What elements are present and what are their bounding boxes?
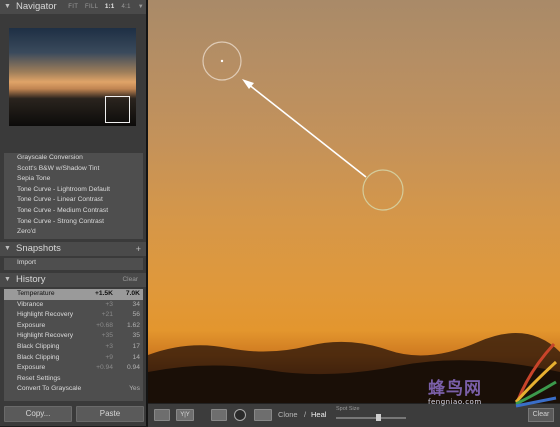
zoom-fit[interactable]: FIT [68, 4, 78, 10]
history-item[interactable]: Convert To Grayscale Yes [4, 384, 143, 395]
history-item[interactable]: Black Clipping +9 14 [4, 353, 143, 364]
history-item[interactable]: Temperature +1.5K 7.0K [4, 289, 143, 300]
mode-separator: / [304, 410, 307, 419]
preset-item[interactable]: Tone Curve - Medium Contrast [4, 206, 143, 217]
preset-item[interactable]: Tone Curve - Strong Contrast [4, 217, 143, 228]
navigator-title: Navigator [16, 1, 57, 12]
navigator-thumbnail[interactable] [9, 28, 136, 126]
zoom-menu-arrow[interactable]: ▼ [138, 4, 144, 10]
down-triangle-icon[interactable]: ▼ [4, 242, 11, 256]
history-list: Temperature +1.5K 7.0K Vibrance +3 34 Highli… [4, 289, 143, 401]
spot-target-circle[interactable] [362, 169, 404, 211]
history-title: History [16, 274, 46, 285]
add-snapshot-button[interactable]: + [136, 242, 141, 256]
preset-item[interactable]: Sepia Tone [4, 174, 143, 185]
watermark-logo-text: 蜂鸟网 [428, 379, 482, 399]
preset-item[interactable]: Tone Curve - Lightroom Default [4, 185, 143, 196]
before-after-icon[interactable]: Y|Y [176, 409, 194, 421]
clear-history-button[interactable]: Clear [122, 273, 138, 287]
spot-size-slider-handle[interactable] [376, 414, 381, 421]
preset-item[interactable]: Tone Curve - Linear Contrast [4, 195, 143, 206]
down-triangle-icon[interactable]: ▼ [4, 0, 11, 14]
history-item[interactable]: Highlight Recovery +35 35 [4, 331, 143, 342]
snapshots-list: Import [4, 258, 143, 270]
bottom-toolbar: Y|Y Clone / Heal Spot Size Clear [148, 403, 560, 427]
navigator-header[interactable]: ▼ Navigator FIT FILL 1:1 4:1 ▼ [0, 0, 146, 14]
history-item[interactable]: Vibrance +3 34 [4, 300, 143, 311]
history-item[interactable]: Exposure +0.68 1.62 [4, 321, 143, 332]
preset-item[interactable]: Grayscale Conversion [4, 153, 143, 164]
spot-size-slider-track[interactable] [336, 417, 406, 419]
spot-source-center [220, 59, 224, 63]
clone-option[interactable]: Clone [278, 410, 298, 419]
snapshot-item[interactable]: Import [4, 258, 143, 269]
presets-list: Grayscale Conversion Scott's B&W w/Shado… [4, 153, 143, 239]
gradient-icon[interactable] [254, 409, 272, 421]
clear-spots-button[interactable]: Clear [528, 408, 554, 422]
navigator-viewport-box[interactable] [105, 96, 130, 123]
crop-icon[interactable] [211, 409, 227, 421]
watermark-url: fengniao.com [428, 398, 482, 406]
zoom-4-1[interactable]: 4:1 [122, 4, 131, 10]
spot-size-label: Spot Size [336, 406, 360, 412]
zoom-fill[interactable]: FILL [85, 4, 98, 10]
left-panel: ▼ Navigator FIT FILL 1:1 4:1 ▼ Grayscale… [0, 0, 146, 426]
history-item[interactable]: Black Clipping +3 17 [4, 342, 143, 353]
photo-canvas[interactable] [148, 0, 560, 403]
snapshots-title: Snapshots [16, 243, 61, 254]
spot-arrow-line [247, 83, 367, 178]
loupe-view-icon[interactable] [154, 409, 170, 421]
history-item[interactable]: Highlight Recovery +21 56 [4, 310, 143, 321]
watermark-logo-icon [514, 342, 558, 408]
zoom-options: FIT FILL 1:1 4:1 ▼ [63, 0, 144, 14]
copy-button[interactable]: Copy... [4, 406, 72, 422]
history-header[interactable]: ▼ History Clear [0, 273, 146, 287]
preset-item[interactable]: Zero'd [4, 227, 143, 238]
paste-button[interactable]: Paste [76, 406, 144, 422]
history-item[interactable]: Reset Settings [4, 374, 143, 385]
snapshots-header[interactable]: ▼ Snapshots + [0, 242, 146, 256]
spot-overlay [148, 41, 560, 403]
history-item[interactable]: Exposure +0.94 0.94 [4, 363, 143, 374]
preset-item[interactable]: Scott's B&W w/Shadow Tint [4, 164, 143, 175]
down-triangle-icon[interactable]: ▼ [4, 273, 11, 287]
zoom-1-1[interactable]: 1:1 [105, 4, 115, 10]
heal-option[interactable]: Heal [311, 410, 326, 419]
spot-removal-icon[interactable] [234, 409, 246, 421]
